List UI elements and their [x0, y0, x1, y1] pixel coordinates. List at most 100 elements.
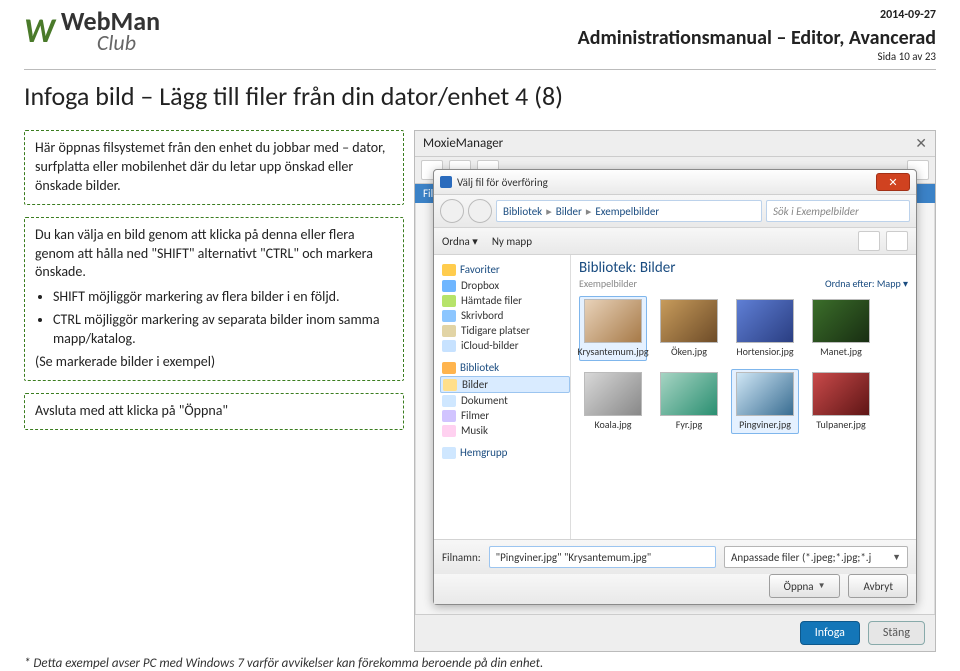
page-number: Sida 10 av 23 [578, 50, 936, 63]
thumbnail-label: Tulpaner.jpg [816, 418, 865, 431]
cancel-button[interactable]: Avbryt [848, 574, 908, 598]
thumbnail-image [584, 299, 642, 343]
homegroup-icon [442, 447, 456, 459]
thumbnail-label: Hortensior.jpg [736, 345, 793, 358]
win7-nav: Bibliotek▸ Bilder▸ Exempelbilder Sök i E… [434, 195, 916, 228]
thumbnail-label: Krysantemum.jpg [577, 345, 648, 358]
favorites-icon [442, 264, 456, 276]
thumbnail-3[interactable]: Manet.jpg [807, 296, 875, 361]
help-icon[interactable] [886, 231, 908, 251]
sidebar-item-dropbox[interactable]: Dropbox [440, 278, 570, 293]
library-sort[interactable]: Ordna efter: Mapp ▾ [825, 277, 908, 290]
back-button[interactable] [440, 199, 464, 223]
sidebar-item-pictures[interactable]: Bilder [440, 376, 570, 393]
win7-footer: Filnamn: "Pingviner.jpg" "Krysantemum.jp… [434, 539, 916, 574]
doc-date: 2014-09-27 [578, 8, 936, 22]
breadcrumb[interactable]: Bibliotek▸ Bilder▸ Exempelbilder [496, 200, 762, 222]
sidebar-item-recent[interactable]: Tidigare platser [440, 323, 570, 338]
header-rule [24, 69, 936, 70]
library-header: Bibliotek: Bilder Exempelbilder Ordna ef… [571, 255, 916, 290]
forward-button[interactable] [468, 199, 492, 223]
filename-field[interactable]: "Pingviner.jpg" "Krysantemum.jpg" [489, 546, 716, 568]
thumbnail-image [660, 299, 718, 343]
thumbnail-1[interactable]: Öken.jpg [655, 296, 723, 361]
sidebar-item-music[interactable]: Musik [440, 423, 570, 438]
side-favorites: Favoriter [460, 263, 500, 276]
win7-button-row: Öppna▼ Avbryt [434, 574, 916, 604]
doc-title: Administrationsmanual – Editor, Avancera… [578, 26, 936, 50]
moxie-close-icon[interactable]: ✕ [915, 135, 927, 152]
thumbnail-label: Fyr.jpg [676, 418, 702, 431]
thumbnail-label: Koala.jpg [594, 418, 631, 431]
win7-close-button[interactable]: ✕ [876, 173, 910, 191]
thumbnail-0[interactable]: Krysantemum.jpg [579, 296, 647, 361]
breadcrumb-1[interactable]: Bilder [556, 205, 582, 218]
search-input[interactable]: Sök i Exempelbilder [766, 200, 910, 222]
library-title: Bibliotek: Bilder [579, 259, 675, 277]
thumbnail-7[interactable]: Tulpaner.jpg [807, 369, 875, 434]
thumbnail-area: Krysantemum.jpg Öken.jpg Hortensior.jpg Man… [571, 290, 916, 436]
thumbnail-label: Manet.jpg [820, 345, 862, 358]
thumbnail-label: Pingviner.jpg [739, 418, 791, 431]
win7-title-icon [440, 176, 452, 188]
side-homegroup: Hemgrupp [460, 446, 507, 459]
header-right: 2014-09-27 Administrationsmanual – Edito… [578, 8, 936, 63]
thumbnail-6[interactable]: Pingviner.jpg [731, 369, 799, 434]
thumbnail-label: Öken.jpg [671, 345, 707, 358]
callout-bullet-shift: SHIFT möjliggör markering av flera bilde… [53, 288, 393, 307]
sidebar-item-icloud[interactable]: iCloud-bilder [440, 338, 570, 353]
sidebar-item-videos[interactable]: Filmer [440, 408, 570, 423]
moxie-close-button[interactable]: Stäng [868, 621, 925, 645]
thumbnail-image [660, 372, 718, 416]
callout-open-text: Avsluta med att klicka på "Öppna" [35, 402, 228, 419]
moxie-tab-fil[interactable]: Fil [423, 187, 433, 200]
callout-open: Avsluta med att klicka på "Öppna" [24, 393, 404, 430]
callout-bullet-ctrl: CTRL möjliggör markering av separata bil… [53, 311, 393, 349]
view-options-icon[interactable] [858, 231, 880, 251]
library-subtitle: Exempelbilder [579, 277, 675, 290]
win7-sidebar: Favoriter Dropbox Hämtade filer Skrivbor… [434, 255, 571, 539]
moxiemanager-window: MoxieManager ✕ Fil Välj fil för överföri… [414, 130, 936, 652]
side-libraries: Bibliotek [460, 361, 499, 374]
moxie-bottom-bar: Infoga Stäng [415, 614, 935, 651]
thumbnail-image [812, 299, 870, 343]
filename-value: "Pingviner.jpg" "Krysantemum.jpg" [496, 551, 651, 564]
callout-intro-text: Här öppnas filsystemet från den enhet du… [35, 139, 385, 194]
breadcrumb-2[interactable]: Exempelbilder [595, 205, 659, 218]
libraries-icon [442, 362, 456, 374]
win7-open-dialog: Välj fil för överföring ✕ Bibliotek▸ Bil… [433, 169, 917, 605]
callout-see-example: (Se markerade bilder i exempel) [35, 353, 393, 372]
win7-main: Bibliotek: Bilder Exempelbilder Ordna ef… [571, 255, 916, 539]
logo-text: WebMan Club [61, 8, 160, 54]
toolbar-organize[interactable]: Ordna ▾ [442, 235, 478, 248]
callout-shift-ctrl-text: Du kan välja en bild genom att klicka på… [35, 226, 373, 281]
thumbnail-image [736, 372, 794, 416]
filter-value: Anpassade filer (*.jpeg;*.jpg;*.j [731, 551, 871, 564]
logo-mark-icon: W [24, 11, 55, 52]
win7-toolbar: Ordna ▾ Ny mapp [434, 228, 916, 255]
thumbnail-2[interactable]: Hortensior.jpg [731, 296, 799, 361]
chevron-down-icon: ▼ [892, 552, 901, 563]
callout-shift-ctrl: Du kan välja en bild genom att klicka på… [24, 217, 404, 381]
thumbnail-image [584, 372, 642, 416]
moxie-insert-button[interactable]: Infoga [800, 621, 860, 645]
win7-titlebar: Välj fil för överföring ✕ [434, 170, 916, 195]
moxie-titlebar: MoxieManager ✕ [415, 131, 935, 157]
thumbnail-image [736, 299, 794, 343]
thumbnail-5[interactable]: Fyr.jpg [655, 369, 723, 434]
filetype-filter[interactable]: Anpassade filer (*.jpeg;*.jpg;*.j ▼ [724, 546, 908, 568]
sidebar-item-documents[interactable]: Dokument [440, 393, 570, 408]
callout-intro: Här öppnas filsystemet från den enhet du… [24, 130, 404, 205]
toolbar-new-folder[interactable]: Ny mapp [492, 235, 532, 248]
filename-label: Filnamn: [442, 551, 481, 564]
breadcrumb-0[interactable]: Bibliotek [503, 205, 542, 218]
sidebar-item-downloads[interactable]: Hämtade filer [440, 293, 570, 308]
open-button[interactable]: Öppna▼ [769, 574, 841, 598]
thumbnail-image [812, 372, 870, 416]
logo-sub: Club [97, 32, 160, 54]
section-title: Infoga bild – Lägg till filer från din d… [0, 80, 960, 112]
sidebar-item-desktop[interactable]: Skrivbord [440, 308, 570, 323]
moxie-title: MoxieManager [423, 136, 503, 151]
thumbnail-4[interactable]: Koala.jpg [579, 369, 647, 434]
chevron-down-icon: ▼ [818, 581, 826, 591]
